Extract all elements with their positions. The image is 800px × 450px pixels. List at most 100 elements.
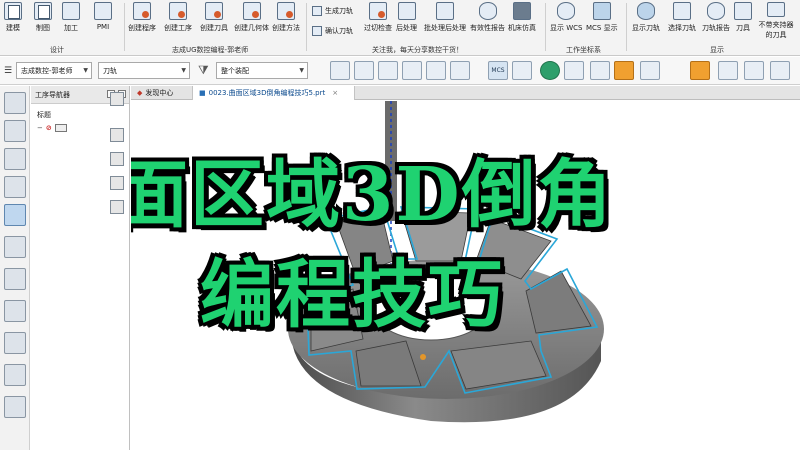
- history-list-icon[interactable]: [4, 396, 26, 418]
- fit-icon[interactable]: [450, 61, 470, 80]
- clsf-icon[interactable]: [110, 128, 124, 142]
- shaded-icon[interactable]: [640, 61, 660, 80]
- history-icon[interactable]: [4, 92, 26, 114]
- gouge-check-icon: [369, 2, 387, 20]
- cut-icon[interactable]: [110, 200, 124, 214]
- create-operation-icon: [169, 2, 187, 20]
- wireframe-icon[interactable]: [590, 61, 610, 80]
- settings-icon[interactable]: [770, 61, 790, 80]
- reuse-icon[interactable]: [4, 300, 26, 322]
- verify-toolpath-button[interactable]: 确认刀轨: [312, 26, 353, 36]
- create-geometry-button[interactable]: 创建几何体: [234, 2, 269, 40]
- axis-icon[interactable]: [512, 61, 532, 80]
- web-icon[interactable]: [4, 364, 26, 386]
- overlay-title-line2: 编程技巧: [200, 252, 504, 338]
- rotate-icon[interactable]: [426, 61, 446, 80]
- create-geometry-icon: [242, 2, 261, 20]
- machining-button[interactable]: 加工: [62, 2, 80, 40]
- create-tool-icon: [205, 2, 223, 20]
- type-select[interactable]: 刀轨 ▼: [98, 62, 190, 79]
- gouge-check-button[interactable]: 过切检查: [364, 2, 392, 40]
- create-operation-button[interactable]: 创建工序: [164, 2, 192, 40]
- feature-icon[interactable]: [4, 268, 26, 290]
- pmi-icon: [94, 2, 112, 20]
- tab-discovery-center[interactable]: ◆ 发现中心: [131, 86, 193, 100]
- highlight-icon[interactable]: [614, 61, 634, 80]
- create-program-button[interactable]: 创建程序: [128, 2, 156, 40]
- nx-window: 建模 制图 加工 PMI 设计 创建程序 创建工序 创建刀具 创建几何体 创建方…: [0, 0, 800, 450]
- pmi-button[interactable]: PMI: [94, 2, 112, 40]
- part-icon[interactable]: [4, 120, 26, 142]
- generate-icon: [312, 6, 322, 16]
- section-icon[interactable]: [690, 61, 710, 80]
- tool-button[interactable]: 刀具: [734, 2, 752, 40]
- group-csys: 工作坐标系: [566, 46, 601, 54]
- machine-simulation-button[interactable]: 机床仿真: [508, 2, 536, 40]
- resource-bar: [0, 86, 30, 450]
- show-toolpath-button[interactable]: 显示刀轨: [632, 2, 660, 40]
- select-icon: [673, 2, 691, 20]
- layer-icon[interactable]: [564, 61, 584, 80]
- group-design: 设计: [50, 46, 64, 54]
- group-display: 显示: [710, 46, 724, 54]
- selection-icon[interactable]: [330, 61, 350, 80]
- assembly-icon[interactable]: [4, 148, 26, 170]
- divider: [124, 3, 125, 51]
- assembly-select[interactable]: 整个装配 ▼: [216, 62, 308, 79]
- overlay-title-line1: 曲面区域3D倒角: [131, 152, 614, 238]
- menu-icon[interactable]: ☰: [4, 66, 12, 76]
- close-icon[interactable]: ×: [332, 89, 338, 97]
- tool-icon: [734, 2, 752, 20]
- create-method-icon: [277, 2, 295, 20]
- batch-postprocess-button[interactable]: 批处理后处理: [424, 2, 466, 40]
- generate-toolpath-button[interactable]: 生成刀轨: [312, 6, 353, 16]
- snap-icon[interactable]: [354, 61, 374, 80]
- palette-icon[interactable]: [4, 332, 26, 354]
- verify-icon: [312, 26, 322, 36]
- divider: [545, 3, 546, 51]
- machining-icon: [62, 2, 80, 20]
- toolpath-report-button[interactable]: 刀轨报告: [702, 2, 730, 40]
- machine-tool-icon[interactable]: [4, 236, 26, 258]
- quick-toolbar: ☰ 志成数控-郭老师 ▼ 刀轨 ▼ ⧩ 整个装配 ▼ MCS: [0, 57, 800, 85]
- graphics-window[interactable]: 曲面区域3D倒角 编程技巧: [131, 101, 800, 450]
- tool-holder-icon[interactable]: [110, 92, 124, 106]
- drawing-button[interactable]: 制图: [34, 2, 52, 40]
- wcs-icon: [557, 2, 576, 20]
- tab-part-file[interactable]: ■ 0023.曲面区域3D倒角编程技巧5.prt ×: [193, 86, 355, 100]
- postprocess-icon: [397, 2, 416, 20]
- view-icon[interactable]: [402, 61, 422, 80]
- create-method-button[interactable]: 创建方法: [272, 2, 300, 40]
- tool-no-holder-button[interactable]: 不带夹持器的刀具: [756, 2, 796, 40]
- clsf3-icon[interactable]: [110, 176, 124, 190]
- report-icon: [478, 2, 497, 20]
- show-wcs-button[interactable]: 显示 WCS: [550, 2, 582, 40]
- home-icon: ◆: [137, 89, 143, 97]
- clsf2-icon[interactable]: [110, 152, 124, 166]
- chevron-down-icon: ▼: [299, 67, 304, 74]
- program-icon: [54, 124, 67, 132]
- orient-icon[interactable]: [378, 61, 398, 80]
- mcs-display-button[interactable]: MCS 显示: [586, 2, 618, 40]
- create-tool-button[interactable]: 创建刀具: [200, 2, 228, 40]
- color-wheel-icon[interactable]: [540, 61, 560, 80]
- filter-combo[interactable]: 志成数控-郭老师 ▼: [16, 62, 92, 79]
- tool-no-holder-icon: [767, 2, 785, 17]
- filter-icon[interactable]: ⧩: [198, 63, 209, 78]
- create-program-icon: [133, 2, 151, 20]
- chevron-down-icon: ▼: [83, 67, 88, 74]
- postprocess-button[interactable]: 后处理: [396, 2, 417, 40]
- select-toolpath-button[interactable]: 选择刀轨: [668, 2, 696, 40]
- mcs-toggle[interactable]: MCS: [488, 61, 508, 80]
- render-icon[interactable]: [744, 61, 764, 80]
- collapse-icon[interactable]: −: [37, 124, 43, 132]
- operation-toolbar: [104, 86, 130, 236]
- chevron-down-icon: ▼: [181, 67, 186, 74]
- modeling-button[interactable]: 建模: [4, 2, 22, 40]
- drawing-icon: [34, 2, 52, 20]
- validity-report-button[interactable]: 有效性报告: [470, 2, 505, 40]
- measure-icon[interactable]: [718, 61, 738, 80]
- operation-navigator-icon[interactable]: [4, 204, 26, 226]
- roles-icon[interactable]: [4, 176, 26, 198]
- machine-icon: [513, 2, 531, 20]
